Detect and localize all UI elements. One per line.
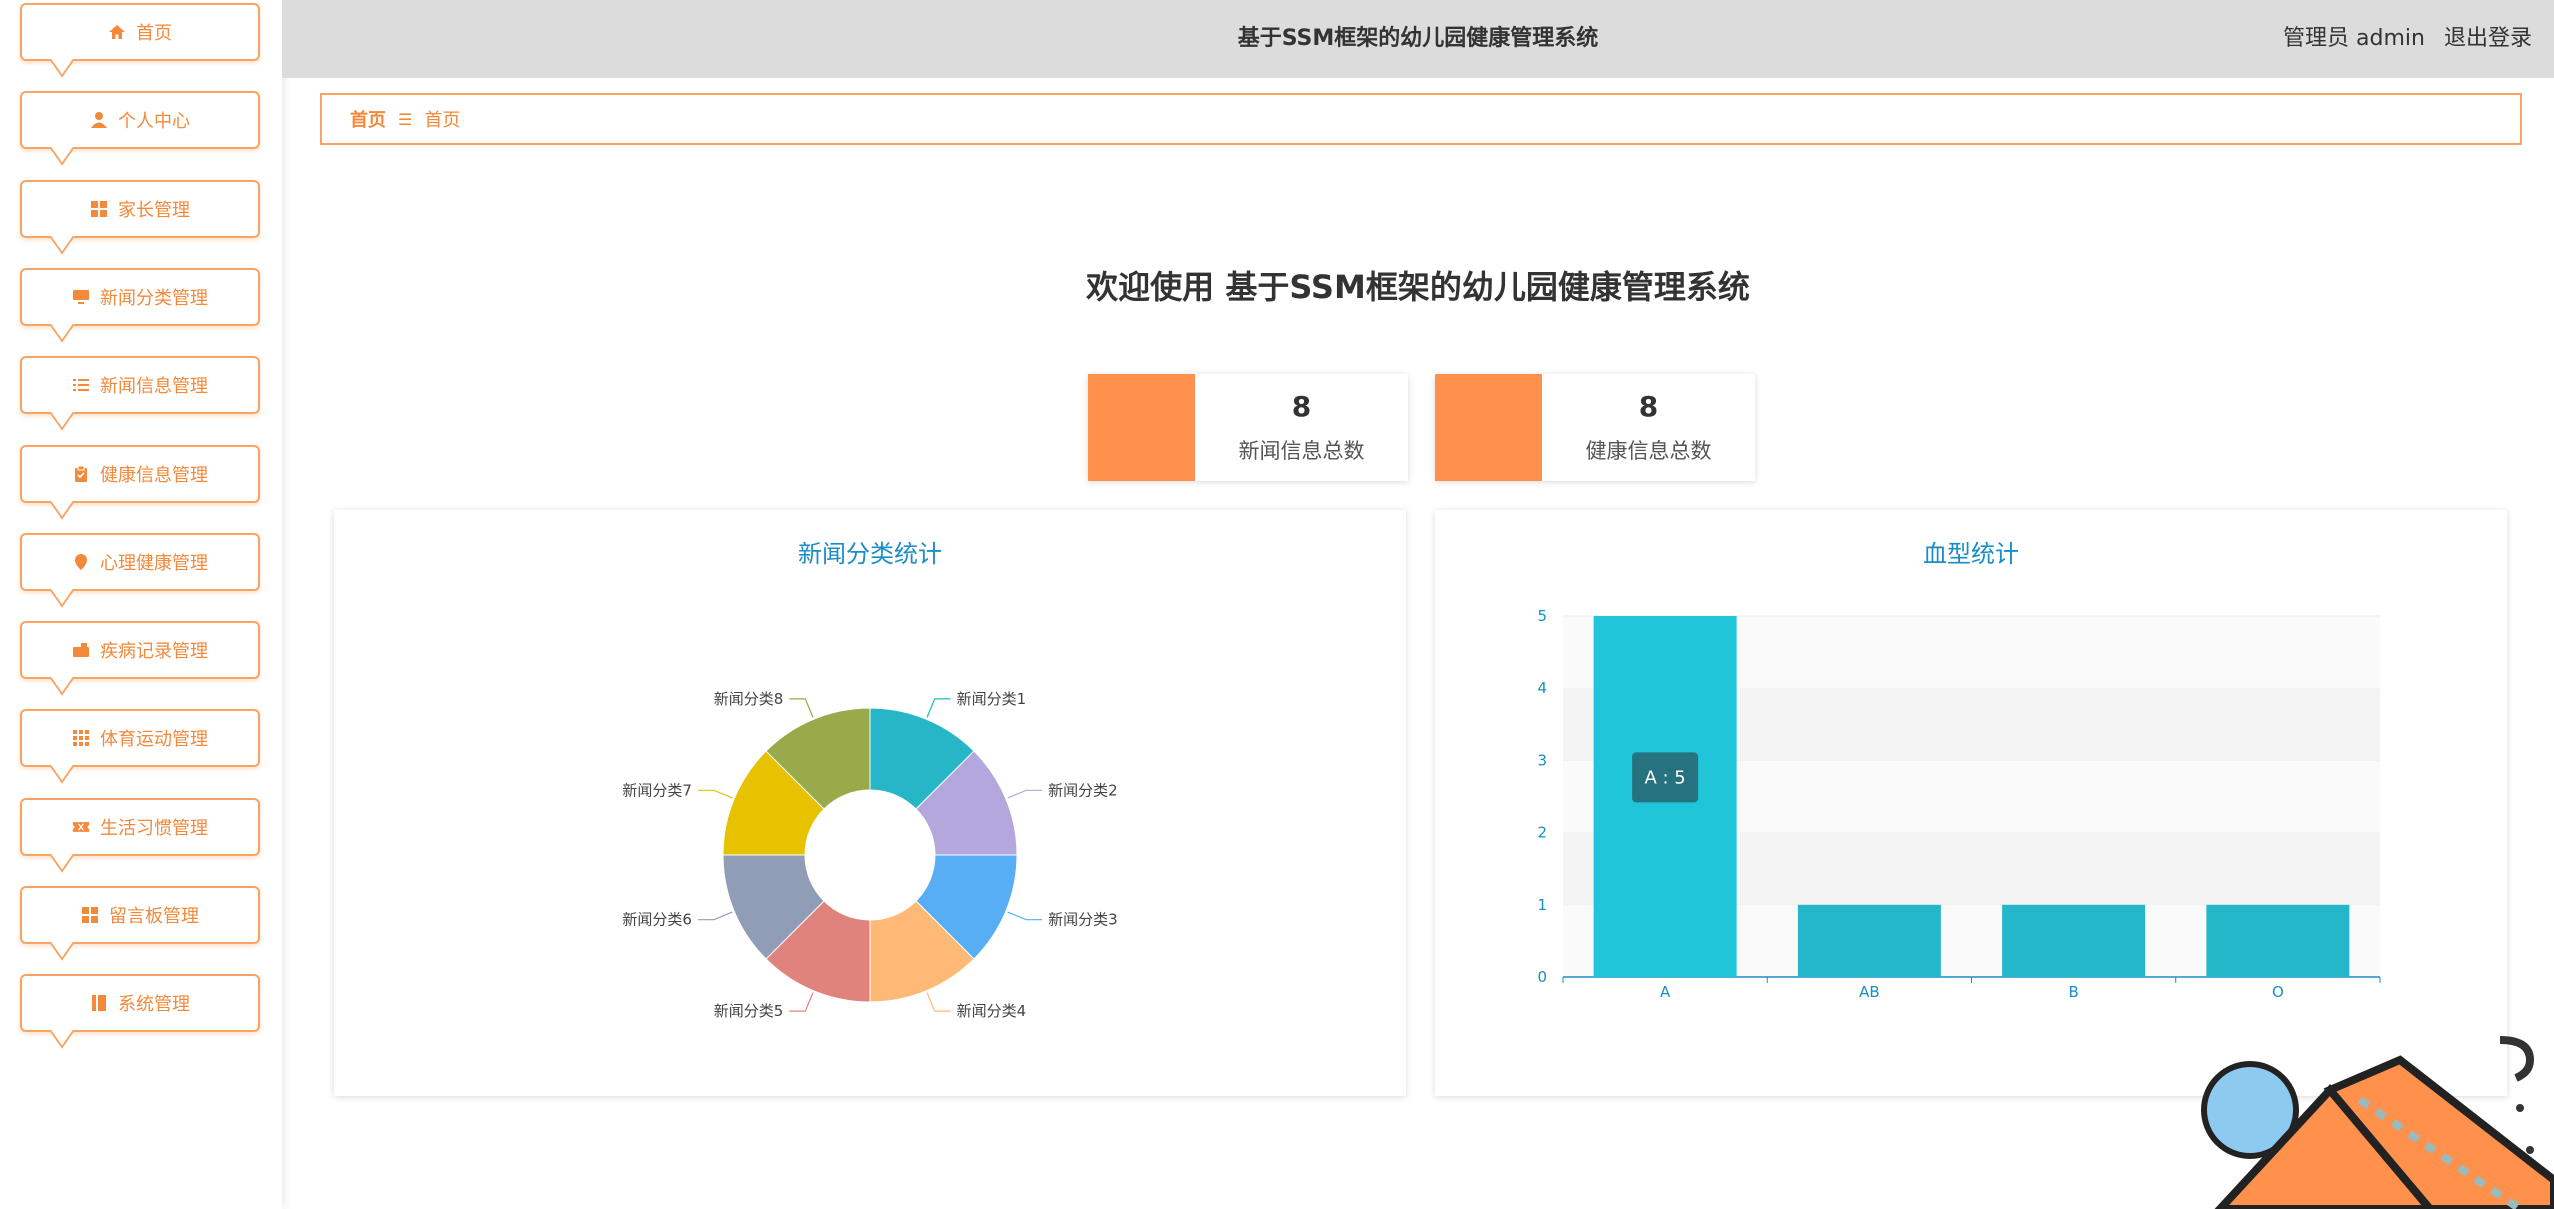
- y-tick-label: 1: [1537, 896, 1547, 914]
- y-tick-label: 5: [1537, 607, 1547, 625]
- sidebar-item-label: 留言板管理: [109, 906, 199, 927]
- sidebar-item-label: 疾病记录管理: [100, 641, 208, 663]
- tooltip-text: A : 5: [1644, 767, 1685, 788]
- sidebar-item-label: 个人中心: [118, 111, 190, 133]
- sidebar-item-6[interactable]: 健康信息管理: [20, 444, 260, 503]
- bar[interactable]: [1797, 904, 1941, 977]
- pie-label: 新闻分类8: [714, 690, 784, 708]
- stat-value: 8: [1638, 390, 1659, 423]
- logout-button[interactable]: 退出登录: [2444, 26, 2532, 51]
- stat-value: 8: [1291, 390, 1312, 423]
- sidebar-item-label: 新闻分类管理: [100, 287, 208, 309]
- list-icon: [72, 376, 90, 394]
- y-tick-label: 3: [1537, 751, 1547, 769]
- x-tick-label: O: [2272, 983, 2284, 1001]
- welcome-heading: 欢迎使用 基于SSM框架的幼儿园健康管理系统: [1086, 268, 1750, 306]
- pie-label: 新闻分类3: [1048, 911, 1118, 929]
- pie-label-line: [1007, 911, 1043, 921]
- stat-label: 健康信息总数: [1585, 439, 1712, 463]
- breadcrumb-root[interactable]: 首页: [350, 106, 386, 132]
- home-icon: [108, 23, 126, 41]
- pie-label-line: [926, 698, 951, 718]
- sidebar-item-label: 系统管理: [118, 994, 190, 1016]
- sidebar-item-1[interactable]: 首页: [20, 3, 260, 61]
- briefcase-icon: [72, 641, 90, 659]
- grid-icon: [81, 906, 99, 924]
- x-tick-label: B: [2068, 983, 2078, 1001]
- sidebar: 首页个人中心家长管理新闻分类管理 新闻信息管理 健康信息管理 心理健康管理 疾病记录管理…: [0, 0, 282, 1209]
- sidebar-item-label: 家长管理: [118, 199, 190, 221]
- breadcrumb: 首页 ☰ 首页: [320, 93, 2522, 145]
- news-category-chart-panel: 新闻分类统计 新闻分类1 新闻分类2 新闻分类3 新闻分类4 新闻分类5 新闻分类6 新闻分…: [334, 510, 1406, 1096]
- sidebar-item-2[interactable]: 个人中心: [20, 91, 260, 150]
- stat-color-block: [1088, 374, 1195, 481]
- pie-label-line: [1007, 789, 1043, 799]
- breadcrumb-current: 首页: [424, 110, 461, 131]
- pie-label: 新闻分类2: [1048, 781, 1118, 799]
- stat-card-news: 8 新闻信息总数: [1088, 374, 1408, 481]
- x-tick-label: A: [1660, 983, 1671, 1001]
- blood-type-chart-panel: 血型统计 0 1 2 3 4 5 A AB B O A : 5: [1435, 510, 2507, 1096]
- x-tick-label: AB: [1859, 983, 1880, 1001]
- sidebar-item-11[interactable]: 留言板管理: [20, 886, 260, 944]
- breadcrumb-separator-icon: ☰: [398, 109, 413, 129]
- stat-color-block: [1435, 374, 1542, 481]
- app-title: 基于SSM框架的幼儿园健康管理系统: [1237, 26, 1599, 51]
- sidebar-item-7[interactable]: 心理健康管理: [20, 532, 260, 591]
- pie-label: 新闻分类1: [957, 690, 1027, 708]
- sidebar-item-4[interactable]: 新闻分类管理: [20, 267, 260, 326]
- apps-icon: [72, 729, 90, 747]
- decorative-illustration: [2201, 1036, 2554, 1209]
- clipboard-icon: [72, 465, 90, 483]
- monitor-icon: [72, 288, 90, 306]
- user-icon: [90, 111, 108, 129]
- pie-label-line: [926, 992, 951, 1012]
- sidebar-item-label: 首页: [136, 23, 172, 44]
- blood-type-bar-chart: 0 1 2 3 4 5 A AB B O A : 5: [1537, 607, 2381, 1001]
- news-category-donut-chart: 新闻分类1 新闻分类2 新闻分类3 新闻分类4 新闻分类5 新闻分类6 新闻分类7 新闻分类8: [622, 690, 1118, 1020]
- header: 基于SSM框架的幼儿园健康管理系统 管理员 admin 退出登录: [282, 0, 2554, 78]
- pie-label-line: [697, 911, 733, 921]
- y-tick-label: 2: [1537, 824, 1547, 842]
- stat-card-health: 8 健康信息总数: [1435, 374, 1755, 481]
- grid-icon: [90, 200, 108, 218]
- y-tick-label: 4: [1537, 679, 1547, 697]
- header-user-area: 管理员 admin 退出登录: [2271, 0, 2532, 78]
- pie-label: 新闻分类5: [714, 1002, 784, 1020]
- sidebar-item-9[interactable]: 体育运动管理: [20, 709, 260, 768]
- sidebar-item-3[interactable]: 家长管理: [20, 179, 260, 238]
- sidebar-item-8[interactable]: 疾病记录管理: [20, 621, 260, 680]
- pie-label: 新闻分类7: [622, 781, 692, 799]
- pin-icon: [72, 553, 90, 571]
- sidebar-item-label: 生活习惯管理: [100, 817, 208, 839]
- sidebar-item-10[interactable]: 生活习惯管理: [20, 797, 260, 856]
- sidebar-item-label: 健康信息管理: [100, 464, 208, 486]
- pie-label-line: [789, 992, 814, 1012]
- sidebar-item-5[interactable]: 新闻信息管理: [20, 356, 260, 415]
- pie-label-line: [789, 698, 814, 718]
- y-tick-label: 0: [1537, 968, 1547, 986]
- pie-label: 新闻分类6: [622, 911, 692, 929]
- pie-label-line: [697, 789, 733, 799]
- pie-label: 新闻分类4: [957, 1002, 1027, 1020]
- user-label: 管理员 admin: [2283, 26, 2425, 51]
- sidebar-item-12[interactable]: 系统管理: [20, 974, 260, 1033]
- sidebar-item-label: 心理健康管理: [100, 552, 208, 574]
- bar[interactable]: [2002, 904, 2146, 977]
- bar[interactable]: [2206, 904, 2350, 977]
- book-icon: [90, 994, 108, 1012]
- stat-label: 新闻信息总数: [1238, 439, 1365, 463]
- ticket-icon: [72, 818, 90, 836]
- sidebar-item-label: 新闻信息管理: [100, 376, 208, 398]
- sidebar-item-label: 体育运动管理: [100, 729, 208, 751]
